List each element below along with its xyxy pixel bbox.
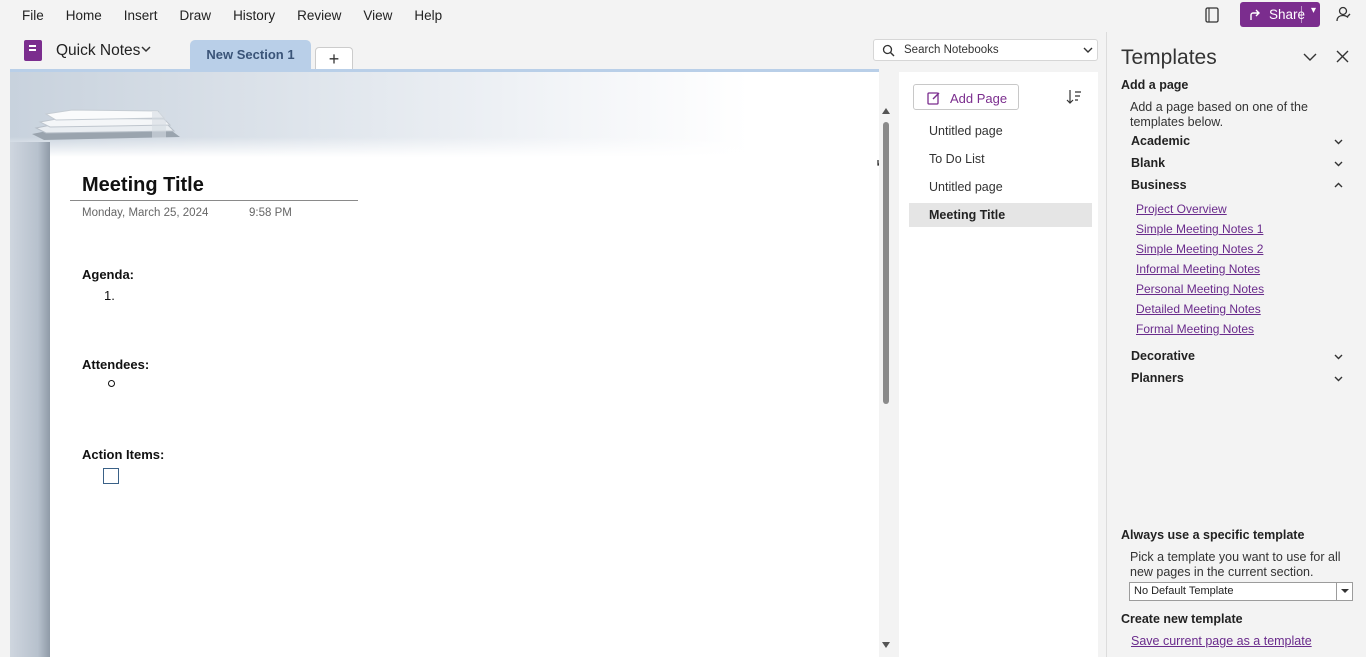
always-use-heading: Always use a specific template: [1121, 528, 1305, 542]
default-template-value: No Default Template: [1134, 585, 1234, 597]
template-link[interactable]: Simple Meeting Notes 2: [1136, 242, 1263, 256]
agenda-list-item[interactable]: 1.: [104, 288, 115, 303]
add-a-page-description: Add a page based on one of the templates…: [1130, 100, 1308, 129]
menu-view[interactable]: View: [352, 0, 403, 32]
share-divider: [1301, 6, 1302, 23]
share-label: Share: [1269, 7, 1306, 22]
add-page-label: Add Page: [950, 91, 1008, 106]
category-label: Academic: [1131, 134, 1191, 148]
notebook-name[interactable]: Quick Notes: [56, 42, 140, 60]
page-list-item[interactable]: Untitled page: [909, 175, 1092, 199]
menu-home[interactable]: Home: [55, 0, 113, 32]
chevron-down-icon: [1334, 376, 1343, 382]
title-underline: [70, 200, 358, 201]
templates-title: Templates: [1121, 46, 1217, 69]
page-canvas[interactable]: Meeting Title Monday, March 25, 2024 9:5…: [10, 69, 879, 657]
page-time: 9:58 PM: [249, 207, 292, 219]
attendees-heading[interactable]: Attendees:: [82, 357, 149, 372]
menu-draw[interactable]: Draw: [169, 0, 223, 32]
scroll-up-icon[interactable]: [882, 108, 890, 114]
category-label: Blank: [1131, 156, 1166, 170]
pages-panel: Add Page Untitled page To Do List Untitl…: [899, 72, 1098, 657]
chevron-down-icon[interactable]: [1336, 583, 1352, 600]
chevron-down-icon: [1334, 139, 1343, 145]
menu-file[interactable]: File: [0, 0, 55, 32]
template-link[interactable]: Detailed Meeting Notes: [1136, 302, 1261, 316]
chevron-down-icon[interactable]: [141, 44, 151, 54]
category-academic[interactable]: Academic: [1131, 134, 1343, 152]
save-as-template-link[interactable]: Save current page as a template: [1131, 634, 1312, 648]
category-label: Planners: [1131, 371, 1184, 385]
menu-history[interactable]: History: [222, 0, 286, 32]
share-button[interactable]: Share ▾: [1240, 2, 1320, 27]
page-title[interactable]: Meeting Title: [82, 174, 204, 197]
agenda-heading[interactable]: Agenda:: [82, 267, 134, 282]
page-date: Monday, March 25, 2024: [82, 207, 209, 219]
attendees-bullet[interactable]: [108, 380, 115, 387]
add-page-button[interactable]: Add Page: [913, 84, 1019, 110]
tab-new-section-1[interactable]: New Section 1: [190, 40, 311, 70]
always-use-description: Pick a template you want to use for all …: [1130, 550, 1341, 579]
search-placeholder: Search Notebooks: [904, 44, 999, 56]
menu-review[interactable]: Review: [286, 0, 352, 32]
template-link[interactable]: Formal Meeting Notes: [1136, 322, 1254, 336]
category-label: Decorative: [1131, 349, 1195, 363]
template-link[interactable]: Simple Meeting Notes 1: [1136, 222, 1263, 236]
category-blank[interactable]: Blank: [1131, 156, 1343, 174]
template-link[interactable]: Project Overview: [1136, 202, 1227, 216]
papers-stack-image: [32, 109, 180, 140]
templates-pane: Templates Add a page Add a page based on…: [1106, 32, 1366, 657]
notebook-bar: Quick Notes New Section 1 + Search Noteb…: [0, 32, 1106, 70]
page-list-item-selected[interactable]: Meeting Title: [909, 203, 1092, 227]
notebook-icon[interactable]: [24, 40, 42, 61]
category-decorative[interactable]: Decorative: [1131, 349, 1343, 367]
create-new-template-heading: Create new template: [1121, 612, 1243, 626]
search-input[interactable]: Search Notebooks: [873, 39, 1098, 61]
menu-help[interactable]: Help: [403, 0, 453, 32]
add-section-button[interactable]: +: [315, 47, 353, 70]
page-left-border: [10, 142, 50, 657]
chevron-down-icon: [1334, 161, 1343, 167]
close-icon[interactable]: [1336, 50, 1349, 63]
add-a-page-heading: Add a page: [1121, 78, 1189, 92]
notebooks-icon[interactable]: [1203, 6, 1221, 24]
person-icon[interactable]: [1335, 5, 1353, 23]
menu-bar: File Home Insert Draw History Review Vie…: [0, 0, 1106, 32]
search-icon: [882, 44, 895, 57]
share-icon: [1250, 9, 1260, 20]
page-list-item[interactable]: To Do List: [909, 147, 1092, 171]
chevron-down-icon: [1334, 354, 1343, 360]
sort-icon[interactable]: [1066, 89, 1082, 105]
menu-insert[interactable]: Insert: [113, 0, 169, 32]
scroll-down-icon[interactable]: [882, 642, 890, 648]
action-item-checkbox[interactable]: [103, 468, 119, 484]
category-label: Business: [1131, 178, 1187, 192]
page-list-item[interactable]: Untitled page: [909, 119, 1092, 143]
chevron-down-icon[interactable]: [1303, 52, 1317, 62]
chevron-up-icon: [1334, 182, 1343, 188]
chevron-down-icon[interactable]: [1083, 45, 1093, 55]
page-scrollbar[interactable]: [879, 105, 894, 657]
template-link[interactable]: Informal Meeting Notes: [1136, 262, 1260, 276]
template-link[interactable]: Personal Meeting Notes: [1136, 282, 1264, 296]
scroll-thumb[interactable]: [883, 122, 889, 404]
default-template-select[interactable]: No Default Template: [1129, 582, 1353, 601]
category-business[interactable]: Business: [1131, 178, 1343, 196]
share-dropdown-icon[interactable]: ▾: [1311, 5, 1316, 16]
add-page-icon: [927, 92, 940, 105]
action-items-heading[interactable]: Action Items:: [82, 447, 164, 462]
category-planners[interactable]: Planners: [1131, 371, 1343, 389]
